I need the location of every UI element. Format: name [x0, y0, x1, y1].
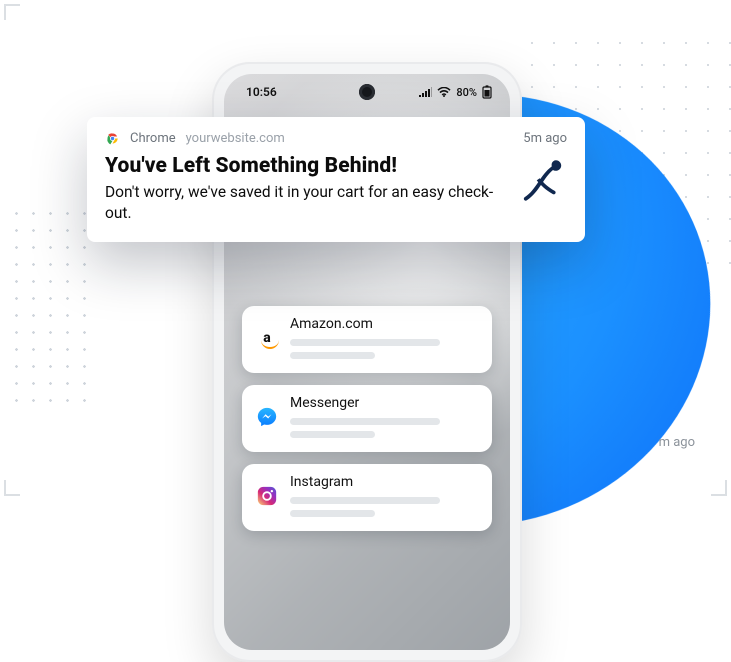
- text-placeholder: [290, 339, 440, 346]
- notification-title: Messenger: [290, 395, 478, 411]
- notification-time-peek: m ago: [659, 435, 695, 450]
- notification-card[interactable]: Messenger: [242, 385, 492, 452]
- text-placeholder: [290, 510, 375, 517]
- text-placeholder: [290, 418, 440, 425]
- notification-headline: You've Left Something Behind!: [105, 154, 501, 178]
- frame-corner: [4, 480, 20, 496]
- instagram-icon: [256, 485, 278, 507]
- status-time: 10:56: [246, 85, 277, 99]
- messenger-icon: [256, 406, 278, 428]
- notification-stack: a Amazon.com Messenger: [242, 306, 492, 543]
- wifi-icon: [437, 87, 451, 97]
- frame-corner: [4, 4, 20, 20]
- illustration-stage: 10:56 80% a Amazon.com: [0, 0, 731, 500]
- signal-icon: [419, 87, 432, 97]
- battery-icon: [482, 85, 492, 99]
- status-bar: 10:56 80%: [224, 74, 510, 110]
- chrome-icon: [105, 131, 120, 146]
- text-placeholder: [290, 497, 440, 504]
- notification-message: Don't worry, we've saved it in your cart…: [105, 182, 501, 224]
- text-placeholder: [290, 352, 375, 359]
- frame-corner: [711, 480, 727, 496]
- dot-grid-decoration: [8, 205, 98, 405]
- notification-title: Instagram: [290, 474, 478, 490]
- notification-title: Amazon.com: [290, 316, 478, 332]
- battery-percent: 80%: [456, 86, 477, 99]
- brand-logo-icon: [519, 154, 567, 202]
- notification-time: 5m ago: [523, 131, 567, 146]
- notification-card[interactable]: Instagram: [242, 464, 492, 531]
- push-notification[interactable]: Chrome yourwebsite.com 5m ago You've Lef…: [87, 117, 585, 242]
- text-placeholder: [290, 431, 375, 438]
- notification-site: yourwebsite.com: [186, 131, 285, 146]
- amazon-icon: a: [256, 327, 278, 349]
- notification-card[interactable]: a Amazon.com: [242, 306, 492, 373]
- notification-app-name: Chrome: [130, 131, 176, 146]
